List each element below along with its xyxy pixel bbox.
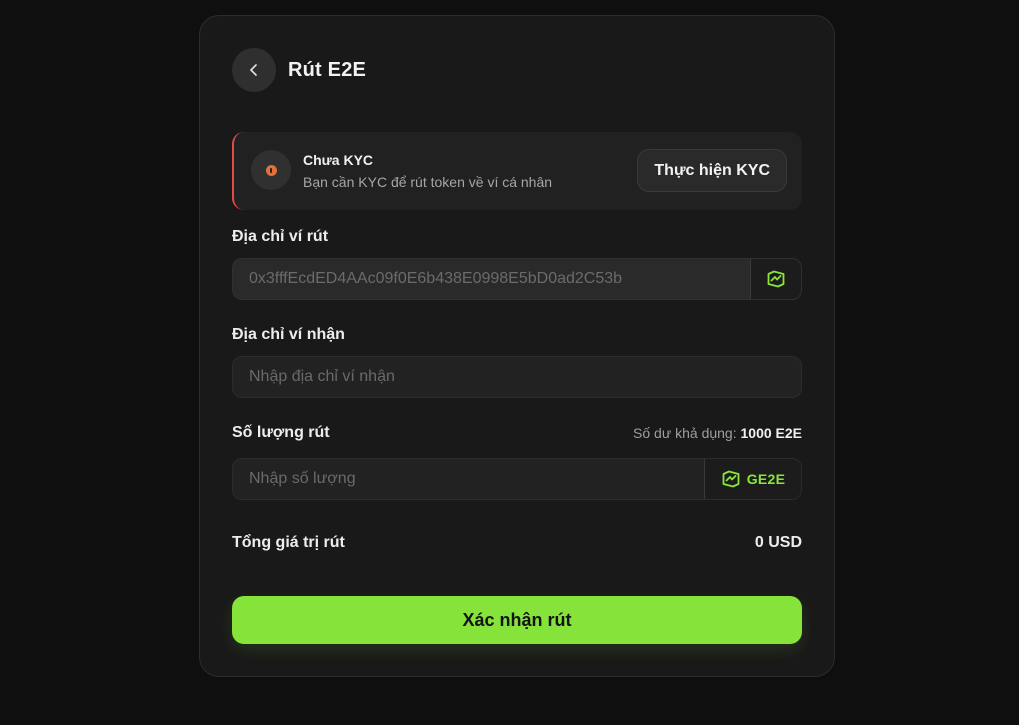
available-balance: Số dư khả dụng: 1000 E2E [633,425,802,441]
header: Rút E2E [232,48,366,92]
amount-label: Số lượng rút [232,424,330,441]
withdraw-card: Rút E2E Chưa KYC Bạn cần KYC để rút toke… [199,15,835,677]
do-kyc-button[interactable]: Thực hiện KYC [637,149,787,192]
e2e-logo-icon [722,470,740,488]
e2e-logo-icon [767,270,785,288]
kyc-subtitle: Bạn cần KYC để rút token về ví cá nhân [303,174,553,190]
chevron-left-icon [250,64,257,76]
to-wallet-field [232,356,802,398]
confirm-withdraw-button[interactable]: Xác nhận rút [232,596,802,644]
balance-value: 1000 E2E [740,425,803,441]
kyc-title: Chưa KYC [303,152,374,168]
token-selector[interactable]: GE2E [704,459,801,499]
back-button[interactable] [232,48,276,92]
from-wallet-input[interactable] [233,259,750,299]
kyc-alert: Chưa KYC Bạn cần KYC để rút token về ví … [232,132,802,210]
to-wallet-label: Địa chỉ ví nhận [232,326,345,343]
amount-input[interactable] [233,459,704,499]
amount-field: GE2E [232,458,802,500]
token-label: GE2E [746,471,786,487]
e2e-logo-button[interactable] [750,259,801,299]
to-wallet-input[interactable] [233,357,801,397]
page-title: Rút E2E [288,58,367,81]
from-wallet-label: Địa chỉ ví rút [232,228,329,245]
from-wallet-field [232,258,802,300]
balance-label: Số dư khả dụng: [633,425,737,441]
total-value: 0 USD [754,534,802,551]
total-label: Tổng giá trị rút [232,534,345,551]
alert-icon [251,150,291,190]
